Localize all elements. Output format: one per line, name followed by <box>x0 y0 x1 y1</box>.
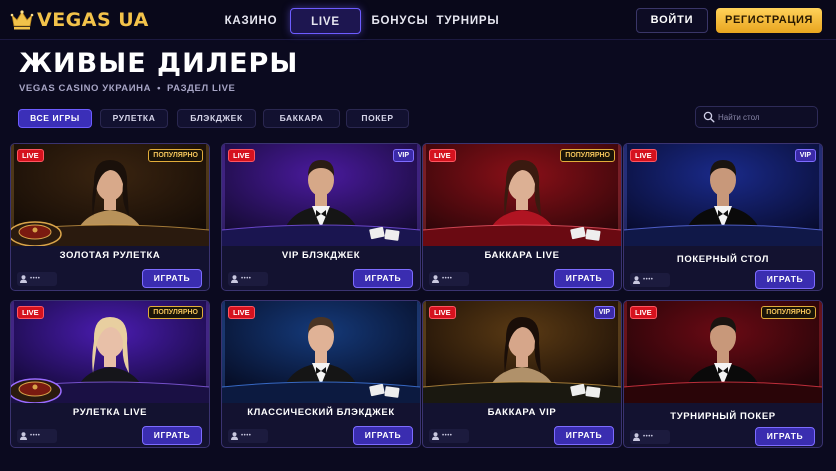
breadcrumb-site: VEGAS CASINO УКРАИНА <box>19 83 152 94</box>
filter-blackjack[interactable]: БЛЭКДЖЕК <box>177 109 256 128</box>
live-badge: LIVE <box>630 306 657 319</box>
viewers-count: •••• <box>17 272 57 286</box>
viewers-value: •••• <box>442 433 453 439</box>
live-badge: LIVE <box>228 306 255 319</box>
top-header: VEGAS UA КАЗИНО LIVE БОНУСЫ ТУРНИРЫ ВОЙТ… <box>0 0 836 40</box>
popular-badge: ПОПУЛЯРНО <box>148 149 203 162</box>
viewers-value: •••• <box>241 276 252 282</box>
live-badge: LIVE <box>17 149 44 162</box>
nav-bonuses[interactable]: БОНУСЫ <box>370 8 430 34</box>
game-title: ЗОЛОТАЯ РУЛЕТКА <box>59 250 161 261</box>
filter-all-games[interactable]: ВСЕ ИГРЫ <box>18 109 92 128</box>
game-title: БАККАРА LIVE <box>484 250 560 261</box>
viewers-value: •••• <box>30 276 41 282</box>
viewers-value: •••• <box>442 276 453 282</box>
user-icon <box>633 433 640 441</box>
game-title: VIP БЛЭКДЖЕК <box>281 250 361 261</box>
play-button[interactable]: ИГРАТЬ <box>353 426 413 445</box>
viewers-count: •••• <box>429 272 469 286</box>
page-title: ЖИВЫЕ ДИЛЕРЫ <box>19 48 299 79</box>
viewers-count: •••• <box>630 273 670 287</box>
live-badge: LIVE <box>429 306 456 319</box>
viewers-value: •••• <box>643 277 654 283</box>
logo[interactable]: VEGAS UA <box>10 8 149 32</box>
game-card[interactable]: LIVE ПОПУЛЯРНО ЗОЛОТАЯ РУЛЕТКА •••• ИГРА… <box>10 143 210 291</box>
viewers-value: •••• <box>30 433 41 439</box>
breadcrumb-separator: • <box>157 83 162 94</box>
login-button[interactable]: ВОЙТИ <box>636 8 708 33</box>
viewers-count: •••• <box>228 429 268 443</box>
live-badge: LIVE <box>630 149 657 162</box>
breadcrumb: VEGAS CASINO УКРАИНА • РАЗДЕЛ LIVE <box>19 83 236 94</box>
game-title: БАККАРА VIP <box>487 407 557 418</box>
nav-tournaments[interactable]: ТУРНИРЫ <box>436 8 500 34</box>
user-icon <box>231 432 238 440</box>
play-button[interactable]: ИГРАТЬ <box>142 426 202 445</box>
filter-roulette[interactable]: РУЛЕТКА <box>100 109 168 128</box>
game-card[interactable]: LIVE VIP ПОКЕРНЫЙ СТОЛ •••• ИГРАТЬ <box>623 143 823 291</box>
search-input[interactable] <box>718 110 814 125</box>
popular-badge: ПОПУЛЯРНО <box>761 306 816 319</box>
play-button[interactable]: ИГРАТЬ <box>554 269 614 288</box>
user-icon <box>20 275 27 283</box>
popular-badge: ПОПУЛЯРНО <box>560 149 615 162</box>
game-title: ТУРНИРНЫЙ ПОКЕР <box>670 411 776 422</box>
vip-badge: VIP <box>794 149 816 162</box>
game-title: РУЛЕТКА LIVE <box>72 407 148 418</box>
register-button[interactable]: РЕГИСТРАЦИЯ <box>716 8 822 33</box>
viewers-count: •••• <box>630 430 670 444</box>
game-card[interactable]: LIVE VIP VIP БЛЭКДЖЕК •••• ИГРАТЬ <box>221 143 421 291</box>
user-icon <box>633 276 640 284</box>
user-icon <box>231 275 238 283</box>
search-box[interactable] <box>695 106 818 128</box>
play-button[interactable]: ИГРАТЬ <box>755 270 815 289</box>
play-button[interactable]: ИГРАТЬ <box>554 426 614 445</box>
play-button[interactable]: ИГРАТЬ <box>142 269 202 288</box>
play-button[interactable]: ИГРАТЬ <box>755 427 815 446</box>
user-icon <box>432 275 439 283</box>
nav-live[interactable]: LIVE <box>290 8 361 34</box>
viewers-count: •••• <box>228 272 268 286</box>
user-icon <box>432 432 439 440</box>
nav-casino[interactable]: КАЗИНО <box>220 8 282 34</box>
vip-badge: VIP <box>392 149 414 162</box>
crown-icon <box>10 10 34 30</box>
viewers-count: •••• <box>17 429 57 443</box>
viewers-count: •••• <box>429 429 469 443</box>
viewers-value: •••• <box>643 434 654 440</box>
filter-poker[interactable]: ПОКЕР <box>346 109 409 128</box>
game-card[interactable]: LIVE ПОПУЛЯРНО БАККАРА LIVE •••• ИГРАТЬ <box>422 143 622 291</box>
game-title: ПОКЕРНЫЙ СТОЛ <box>676 254 770 265</box>
game-card[interactable]: LIVE КЛАССИЧЕСКИЙ БЛЭКДЖЕК •••• ИГРАТЬ <box>221 300 421 448</box>
brand-name: VEGAS UA <box>37 9 149 31</box>
game-card[interactable]: LIVE ПОПУЛЯРНО ТУРНИРНЫЙ ПОКЕР •••• ИГРА… <box>623 300 823 448</box>
live-badge: LIVE <box>429 149 456 162</box>
play-button[interactable]: ИГРАТЬ <box>353 269 413 288</box>
viewers-value: •••• <box>241 433 252 439</box>
game-title: КЛАССИЧЕСКИЙ БЛЭКДЖЕК <box>247 407 395 418</box>
popular-badge: ПОПУЛЯРНО <box>148 306 203 319</box>
game-card[interactable]: LIVE ПОПУЛЯРНО РУЛЕТКА LIVE •••• ИГРАТЬ <box>10 300 210 448</box>
live-badge: LIVE <box>17 306 44 319</box>
filter-baccarat[interactable]: БАККАРА <box>263 109 340 128</box>
vip-badge: VIP <box>593 306 615 319</box>
breadcrumb-section: РАЗДЕЛ LIVE <box>167 83 236 94</box>
user-icon <box>20 432 27 440</box>
live-badge: LIVE <box>228 149 255 162</box>
game-card[interactable]: LIVE VIP БАККАРА VIP •••• ИГРАТЬ <box>422 300 622 448</box>
search-icon <box>703 111 715 123</box>
